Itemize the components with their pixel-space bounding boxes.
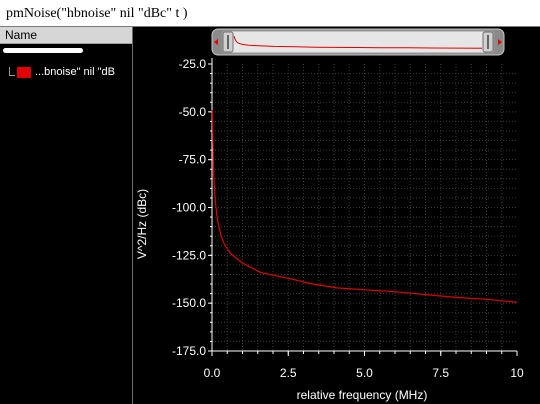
trace-color-swatch [17,66,31,78]
scrollbar-thumb[interactable] [221,30,495,54]
y-tick-label: -50.0 [179,105,207,119]
y-tick-label: -175.0 [172,344,206,358]
y-tick-label: -150.0 [172,296,206,310]
x-tick-label: 7.5 [432,366,449,380]
x-axis-label: relative frequency (MHz) [297,388,428,402]
zoom-scrollbar[interactable] [211,28,505,56]
trace-browser: Name ...bnoise" nil "dB [0,27,133,404]
y-tick-label: -125.0 [172,248,206,262]
x-tick-label: 0.0 [204,366,221,380]
x-tick-label: 2.5 [280,366,297,380]
x-tick-label: 5.0 [356,366,373,380]
trace-label: ...bnoise" nil "dB [35,66,115,78]
name-column-header[interactable]: Name [0,27,132,44]
window-title: pmNoise("hbnoise" nil "dBc" t ) [0,0,540,27]
y-tick-label: -25.0 [179,57,207,71]
y-axis-label: V^2/Hz (dBc) [135,189,149,259]
noise-trace [211,109,518,303]
x-tick-label: 10 [510,366,524,380]
y-tick-label: -75.0 [179,153,207,167]
y-tick-label: -100.0 [172,201,206,215]
trace-list-item[interactable]: ...bnoise" nil "dB [17,65,131,79]
chart-panel: -25.0 -50.0 -75.0 -100.0 -125.0 -150.0 -175.0 0… [134,27,540,404]
pm-noise-chart: -25.0 -50.0 -75.0 -100.0 -125.0 -150.0 -175.0 0… [135,28,524,402]
tree-connector [9,75,15,76]
grid [212,64,517,351]
trace-group-node[interactable] [3,48,83,53]
